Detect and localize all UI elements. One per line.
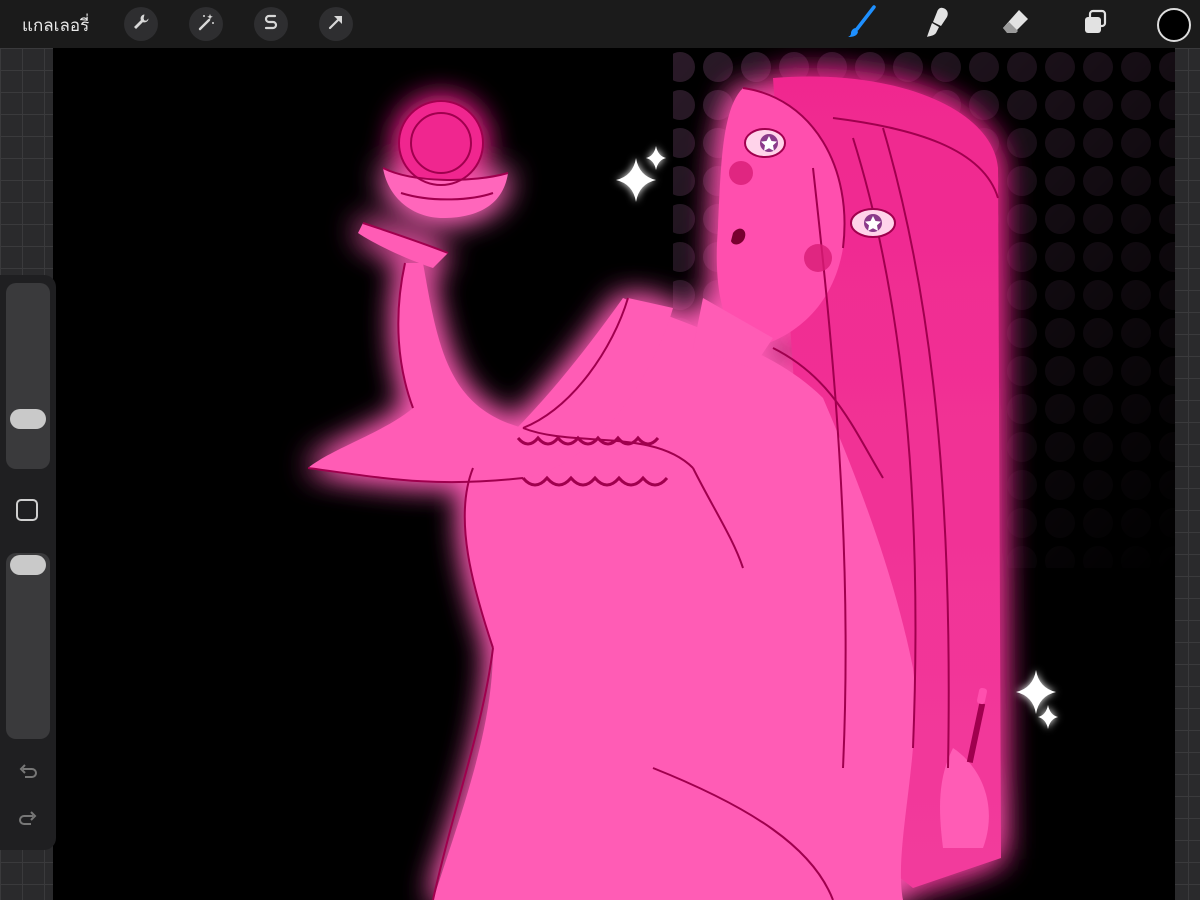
artwork [307,48,1175,900]
redo-icon [17,809,39,835]
undo-button[interactable] [16,763,40,787]
layers-button[interactable] [1077,6,1113,42]
color-picker-button[interactable] [1157,8,1191,42]
brush-size-thumb[interactable] [10,409,46,429]
drawing-canvas[interactable] [53,48,1175,900]
left-sidebar [0,275,56,850]
opacity-slider[interactable] [6,553,50,739]
brush-tool-button[interactable] [844,5,880,43]
brush-icon [847,5,877,43]
selection-s-icon [261,12,281,36]
smudge-tool-button[interactable] [920,6,956,42]
modify-square-button[interactable] [16,499,38,521]
adjustments-button[interactable] [189,7,223,41]
layers-icon [1081,8,1109,40]
eraser-icon [1001,7,1031,41]
undo-icon [17,762,39,788]
actions-button[interactable] [124,7,158,41]
brush-size-slider[interactable] [6,283,50,469]
wrench-icon [131,12,151,36]
eraser-tool-button[interactable] [998,6,1034,42]
redo-button[interactable] [16,810,40,834]
top-toolbar: แกลเลอรี่ [0,0,1200,48]
transform-arrow-icon [326,12,346,36]
pink-figure [308,76,1001,900]
selection-button[interactable] [254,7,288,41]
magic-wand-icon [196,12,216,36]
opacity-thumb[interactable] [10,555,46,575]
smudge-icon [923,5,953,43]
transform-button[interactable] [319,7,353,41]
gallery-button[interactable]: แกลเลอรี่ [22,12,89,39]
